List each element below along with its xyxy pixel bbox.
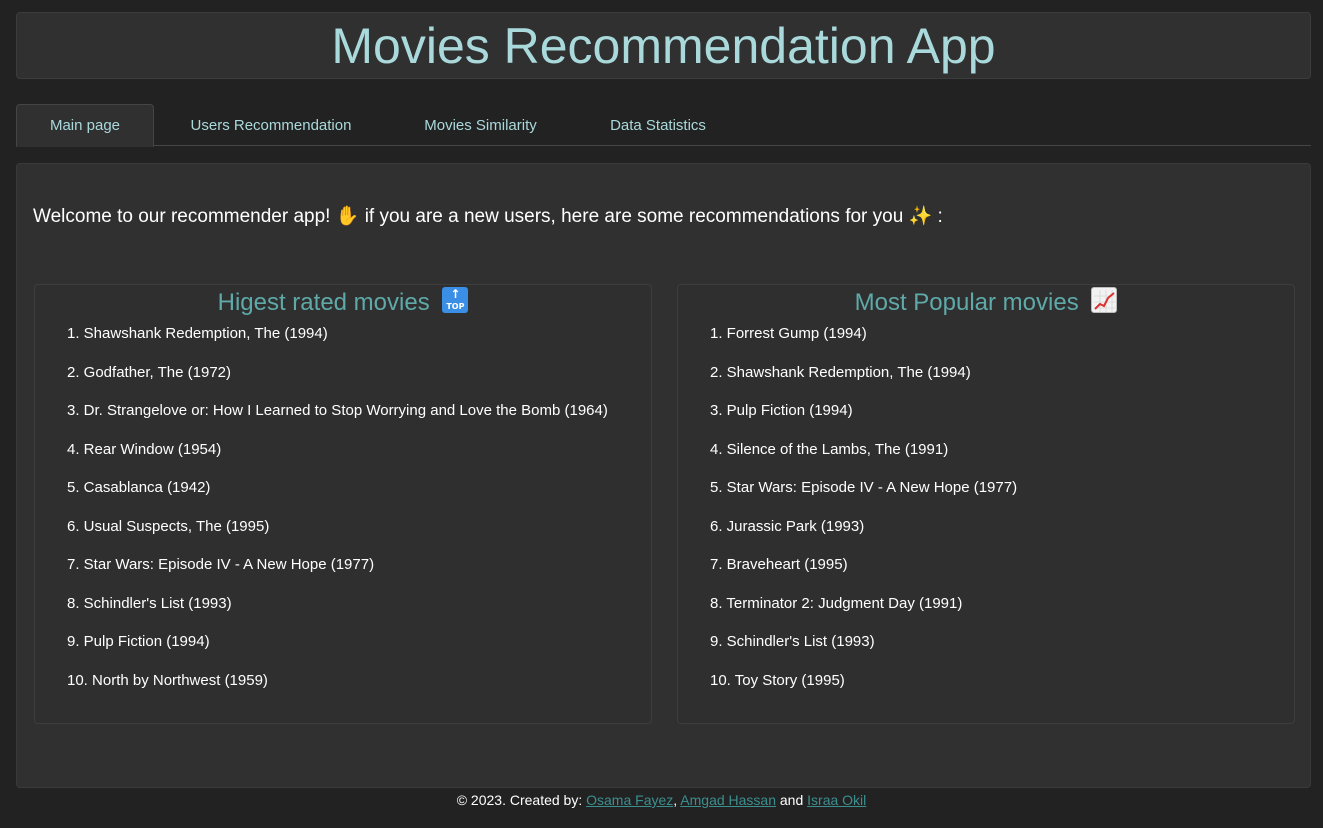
list-item: 9. Pulp Fiction (1994): [67, 633, 210, 650]
header-panel: Movies Recommendation App: [16, 12, 1311, 79]
welcome-message: Welcome to our recommender app! ✋ if you…: [33, 204, 943, 228]
author-link-osama[interactable]: Osama Fayez: [586, 792, 673, 808]
most-popular-section: Most Popular movies 1. Forrest Gump (199…: [677, 284, 1295, 724]
list-item: 2. Shawshank Redemption, The (1994): [710, 363, 971, 381]
list-item: 7. Star Wars: Episode IV - A New Hope (1…: [67, 556, 375, 573]
sparkles-icon: ✨: [908, 205, 933, 227]
list-item: 4. Rear Window (1954): [67, 440, 222, 458]
most-popular-title-text: Most Popular movies: [854, 289, 1079, 316]
top-badge-arrow: ↑: [450, 287, 461, 301]
tab-movies-similarity[interactable]: Movies Similarity: [408, 104, 553, 146]
welcome-end: :: [937, 206, 943, 227]
most-popular-title: Most Popular movies: [678, 287, 1294, 317]
welcome-text-2: if you are a new users, here are some re…: [364, 206, 904, 227]
highest-rated-list: 1. Shawshank Redemption, The (1994) 2. G…: [67, 323, 608, 708]
footer-sep: ,: [673, 792, 678, 808]
footer: © 2023. Created by: Osama Fayez, Amgad H…: [0, 792, 1323, 808]
tab-users-recommendation[interactable]: Users Recommendation: [176, 104, 366, 146]
list-item: 10. Toy Story (1995): [710, 671, 845, 689]
chart-increasing-graphic: [1094, 290, 1117, 312]
list-item: 8. Schindler's List (1993): [67, 594, 232, 612]
list-item: 1. Shawshank Redemption, The (1994): [67, 325, 328, 342]
top-arrow-icon: ↑ TOP: [442, 287, 469, 313]
welcome-text-1: Welcome to our recommender app!: [33, 206, 331, 227]
highest-rated-section: Higest rated movies ↑ TOP 1. Shawshank R…: [34, 284, 652, 724]
highest-rated-title: Higest rated movies ↑ TOP: [35, 287, 651, 317]
top-badge-text: TOP: [446, 302, 465, 311]
tab-data-statistics[interactable]: Data Statistics: [596, 104, 720, 146]
list-item: 9. Schindler's List (1993): [710, 633, 875, 650]
author-link-amgad[interactable]: Amgad Hassan: [680, 792, 776, 808]
list-item: 5. Casablanca (1942): [67, 479, 211, 496]
tab-main-page[interactable]: Main page: [16, 104, 154, 147]
app-page: Movies Recommendation App Main page User…: [0, 0, 1323, 828]
app-title: Movies Recommendation App: [331, 17, 996, 74]
list-item: 3. Pulp Fiction (1994): [710, 402, 853, 419]
list-item: 6. Jurassic Park (1993): [710, 517, 865, 535]
list-item: 8. Terminator 2: Judgment Day (1991): [710, 594, 963, 612]
list-item: 4. Silence of the Lambs, The (1991): [710, 440, 949, 458]
list-item: 6. Usual Suspects, The (1995): [67, 517, 270, 535]
footer-prefix: © 2023. Created by:: [456, 792, 583, 808]
main-content-panel: Welcome to our recommender app! ✋ if you…: [16, 163, 1311, 788]
tab-bar: Main page Users Recommendation Movies Si…: [16, 104, 1311, 147]
list-item: 7. Braveheart (1995): [710, 556, 848, 573]
list-item: 3. Dr. Strangelove or: How I Learned to …: [67, 402, 608, 419]
most-popular-list: 1. Forrest Gump (1994) 2. Shawshank Rede…: [710, 323, 1017, 708]
footer-and: and: [779, 792, 804, 808]
list-item: 5. Star Wars: Episode IV - A New Hope (1…: [710, 479, 1018, 496]
highest-rated-title-text: Higest rated movies: [217, 289, 430, 316]
list-item: 1. Forrest Gump (1994): [710, 325, 867, 342]
waving-hand-icon: ✋: [335, 205, 360, 227]
author-link-israa[interactable]: Israa Okil: [807, 792, 866, 808]
list-item: 2. Godfather, The (1972): [67, 363, 231, 381]
list-item: 10. North by Northwest (1959): [67, 671, 268, 689]
chart-increasing-icon: [1091, 287, 1118, 313]
